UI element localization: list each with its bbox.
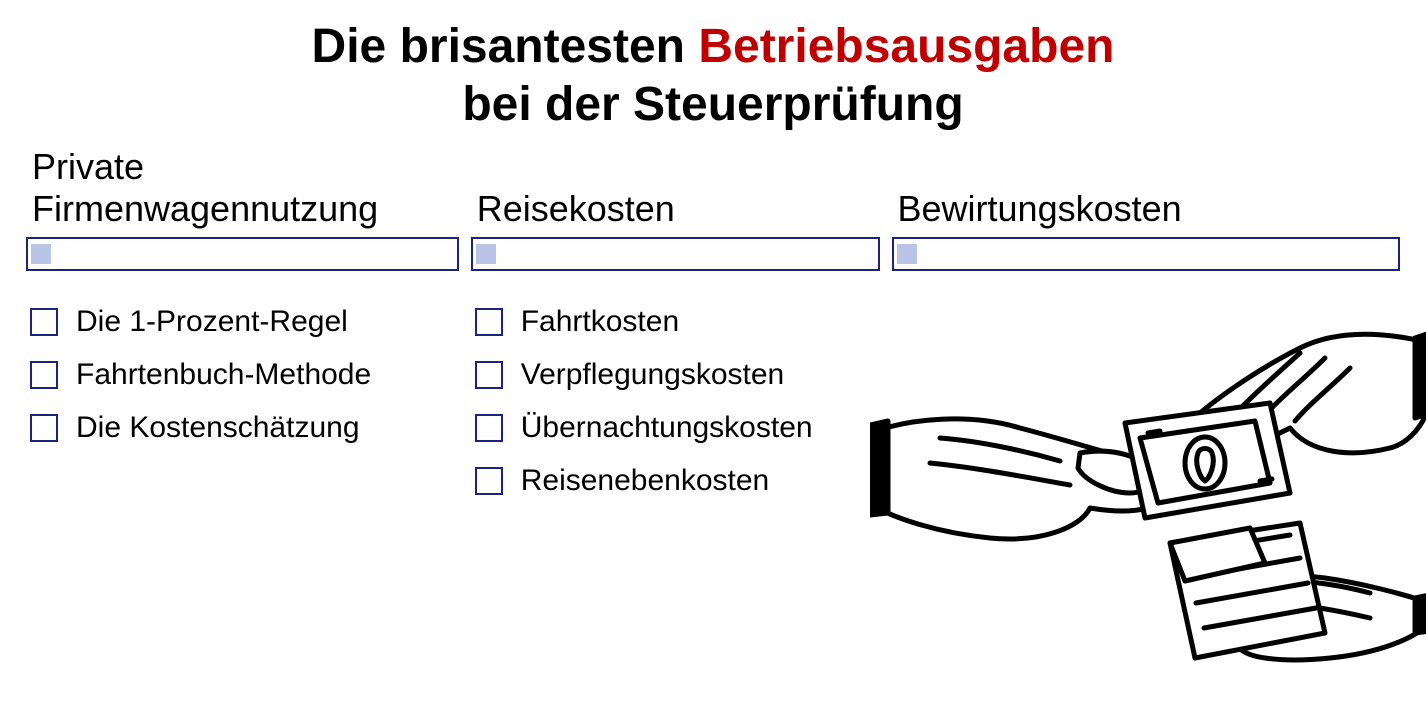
progress-bar (892, 237, 1401, 271)
column-header: Bewirtungskosten (892, 143, 1401, 229)
checkbox-icon (475, 361, 503, 389)
list-item-label: Die 1-Prozent-Regel (76, 305, 348, 338)
column-header-text: Private Firmenwagennutzung (32, 146, 459, 229)
list-item-label: Verpflegungskosten (521, 358, 785, 391)
checkbox-icon (30, 414, 58, 442)
column-bewirtung: Bewirtungskosten (892, 143, 1401, 295)
checkbox-icon (30, 361, 58, 389)
checkbox-icon (475, 414, 503, 442)
list-item-label: Fahrtenbuch-Methode (76, 358, 371, 391)
list-item: Die 1-Prozent-Regel (30, 305, 459, 338)
progress-fill (476, 244, 496, 264)
page-title: Die brisantesten Betriebsausgaben bei de… (40, 18, 1386, 133)
column-firmenwagen: Private Firmenwagennutzung Die 1-Prozent… (26, 143, 459, 454)
progress-bar (471, 237, 880, 271)
title-part1: Die brisantesten (312, 20, 699, 73)
progress-bar (26, 237, 459, 271)
checkbox-icon (475, 308, 503, 336)
checkbox-icon (475, 467, 503, 495)
title-part2: bei der Steuerprüfung (462, 78, 963, 131)
column-header: Private Firmenwagennutzung (26, 143, 459, 229)
hands-exchanging-money-icon (870, 303, 1426, 668)
list-item: Fahrtkosten (475, 305, 880, 338)
column-header-text: Bewirtungskosten (898, 188, 1182, 229)
list-item-label: Die Kostenschätzung (76, 411, 360, 444)
list-item-label: Übernachtungskosten (521, 411, 813, 444)
list-item-label: Reisenebenkosten (521, 464, 770, 497)
column-header: Reisekosten (471, 143, 880, 229)
list-item: Die Kostenschätzung (30, 411, 459, 444)
hands-money-svg (870, 303, 1426, 663)
columns-container: Private Firmenwagennutzung Die 1-Prozent… (0, 143, 1426, 507)
progress-fill (897, 244, 917, 264)
list-item-label: Fahrtkosten (521, 305, 679, 338)
list-item: Reisenebenkosten (475, 464, 880, 497)
list-item: Fahrtenbuch-Methode (30, 358, 459, 391)
progress-fill (31, 244, 51, 264)
checkbox-icon (30, 308, 58, 336)
column-header-text: Reisekosten (477, 188, 675, 229)
list-item: Verpflegungskosten (475, 358, 880, 391)
column-reisekosten: Reisekosten Fahrtkosten Verpflegungskost… (471, 143, 880, 507)
title-accent: Betriebsausgaben (698, 20, 1114, 73)
list-item: Übernachtungskosten (475, 411, 880, 444)
